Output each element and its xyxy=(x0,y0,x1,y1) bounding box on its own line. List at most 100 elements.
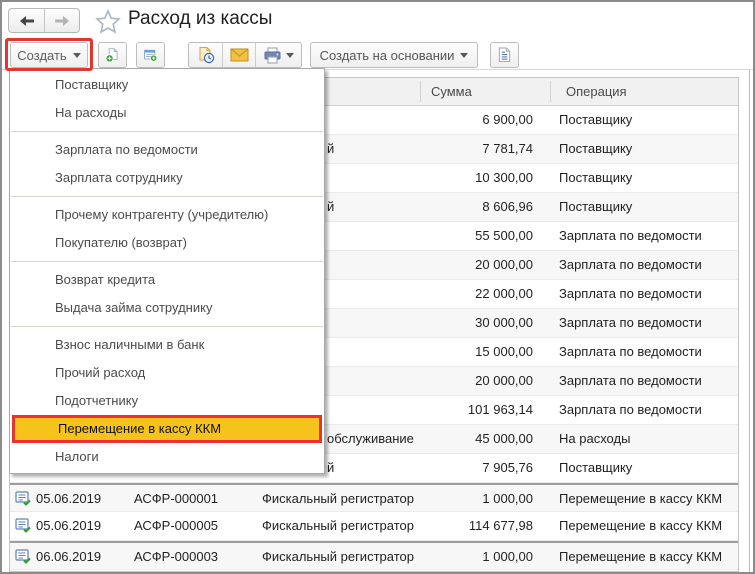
column-header-sum[interactable]: Сумма xyxy=(431,78,472,105)
chevron-down-icon xyxy=(460,53,468,58)
vertical-scrollbar[interactable] xyxy=(741,70,750,572)
forward-arrow-icon xyxy=(53,14,71,28)
chevron-down-icon xyxy=(73,53,81,58)
cell-operation: Зарплата по ведомости xyxy=(559,338,736,365)
back-arrow-icon xyxy=(18,14,36,28)
create-button[interactable]: Создать xyxy=(10,42,88,68)
menu-item-1[interactable]: На расходы xyxy=(10,99,324,127)
cash-expense-window: Расход из кассы Создать xyxy=(0,0,755,574)
cell-sum: 45 000,00 xyxy=(420,425,533,452)
print-icon xyxy=(263,47,282,64)
cell-date: 06.06.2019 xyxy=(36,543,132,570)
menu-item-13[interactable]: Прочий расход xyxy=(10,359,324,387)
menu-separator xyxy=(10,127,324,136)
history-nav xyxy=(8,8,80,33)
cell-sum: 6 900,00 xyxy=(420,106,533,133)
document-posted-icon xyxy=(15,491,31,509)
cell-operation: Перемещение в кассу ККМ xyxy=(559,512,736,539)
toolbar: Создать xyxy=(2,40,753,69)
column-header-operation[interactable]: Операция xyxy=(566,78,627,105)
cell-operation: Перемещение в кассу ККМ xyxy=(559,543,736,570)
menu-item-3[interactable]: Зарплата по ведомости xyxy=(10,136,324,164)
cell-operation: Зарплата по ведомости xyxy=(559,309,736,336)
cell-operation: На расходы xyxy=(559,425,736,452)
report-icon xyxy=(497,46,512,64)
menu-item-14[interactable]: Подотчетнику xyxy=(10,387,324,415)
post-document-button[interactable] xyxy=(189,43,222,67)
cell-sum: 10 300,00 xyxy=(420,164,533,191)
cell-date: 05.06.2019 xyxy=(36,485,132,512)
menu-item-6[interactable]: Прочему контрагенту (учредителю) xyxy=(10,201,324,229)
cell-number: АСФР-000005 xyxy=(134,512,260,539)
menu-separator xyxy=(10,257,324,266)
cell-sum: 8 606,96 xyxy=(420,193,533,220)
cell-sum: 1 000,00 xyxy=(420,543,533,570)
column-divider xyxy=(420,81,421,102)
cell-detail: Фискальный регистратор xyxy=(262,543,418,570)
cell-sum: 15 000,00 xyxy=(420,338,533,365)
cell-operation: Зарплата по ведомости xyxy=(559,280,736,307)
document-posted-icon xyxy=(15,549,31,567)
cell-operation: Зарплата по ведомости xyxy=(559,396,736,423)
menu-item-9[interactable]: Возврат кредита xyxy=(10,266,324,294)
favorite-star-icon[interactable] xyxy=(94,7,122,35)
menu-item-0[interactable]: Поставщику xyxy=(10,71,324,99)
menu-item-4[interactable]: Зарплата сотруднику xyxy=(10,164,324,192)
create-dropdown-menu: ПоставщикуНа расходы Зарплата по ведомост… xyxy=(9,68,325,474)
page-title: Расход из кассы xyxy=(128,8,272,30)
cell-sum: 7 905,76 xyxy=(420,454,533,481)
table-row[interactable]: 05.06.2019АСФР-000001Фискальный регистра… xyxy=(10,483,738,512)
print-button[interactable] xyxy=(255,43,301,67)
document-posted-icon xyxy=(15,518,31,536)
post-document-icon xyxy=(197,46,215,64)
new-group-button[interactable] xyxy=(136,42,165,68)
new-document-icon xyxy=(105,46,120,64)
cell-sum: 20 000,00 xyxy=(420,251,533,278)
cell-sum: 22 000,00 xyxy=(420,280,533,307)
cell-detail: Фискальный регистратор xyxy=(262,485,418,512)
cell-operation: Поставщику xyxy=(559,164,736,191)
email-icon xyxy=(230,48,249,62)
cell-date: 05.06.2019 xyxy=(36,512,132,539)
new-group-icon xyxy=(143,46,158,64)
cell-operation: Поставщику xyxy=(559,135,736,162)
cell-operation: Перемещение в кассу ККМ xyxy=(559,485,736,512)
cell-operation: Поставщику xyxy=(559,454,736,481)
create-based-on-button[interactable]: Создать на основании xyxy=(310,42,478,68)
actions-button-group xyxy=(188,42,302,68)
cell-operation: Зарплата по ведомости xyxy=(559,367,736,394)
table-row[interactable]: 06.06.2019АСФР-000003Фискальный регистра… xyxy=(10,541,738,570)
cell-sum: 114 677,98 xyxy=(420,512,533,539)
menu-item-7[interactable]: Покупателю (возврат) xyxy=(10,229,324,257)
back-button[interactable] xyxy=(9,9,44,32)
forward-button[interactable] xyxy=(44,9,79,32)
cell-number: АСФР-000003 xyxy=(134,543,260,570)
menu-separator xyxy=(10,192,324,201)
cell-sum: 30 000,00 xyxy=(420,309,533,336)
cell-detail: Фискальный регистратор xyxy=(262,512,418,539)
menu-separator xyxy=(10,322,324,331)
cell-operation: Поставщику xyxy=(559,193,736,220)
menu-item-12[interactable]: Взнос наличными в банк xyxy=(10,331,324,359)
create-based-on-label: Создать на основании xyxy=(320,48,455,63)
create-button-label: Создать xyxy=(17,48,66,63)
column-divider xyxy=(550,81,551,102)
menu-item-highlighted[interactable]: Перемещение в кассу ККМ xyxy=(12,415,322,443)
cell-operation: Зарплата по ведомости xyxy=(559,222,736,249)
cell-sum: 101 963,14 xyxy=(420,396,533,423)
menu-item-16[interactable]: Налоги xyxy=(10,443,324,471)
cell-sum: 20 000,00 xyxy=(420,367,533,394)
cell-number: АСФР-000001 xyxy=(134,485,260,512)
title-bar: Расход из кассы xyxy=(2,2,753,40)
cell-sum: 1 000,00 xyxy=(420,485,533,512)
table-row[interactable]: 05.06.2019АСФР-000005Фискальный регистра… xyxy=(10,512,738,541)
email-button[interactable] xyxy=(222,43,255,67)
report-button[interactable] xyxy=(490,42,519,68)
print-chevron-down-icon xyxy=(286,53,294,58)
new-document-button[interactable] xyxy=(98,42,127,68)
cell-operation: Поставщику xyxy=(559,106,736,133)
menu-item-10[interactable]: Выдача займа сотруднику xyxy=(10,294,324,322)
cell-operation: Зарплата по ведомости xyxy=(559,251,736,278)
cell-sum: 7 781,74 xyxy=(420,135,533,162)
cell-sum: 55 500,00 xyxy=(420,222,533,249)
